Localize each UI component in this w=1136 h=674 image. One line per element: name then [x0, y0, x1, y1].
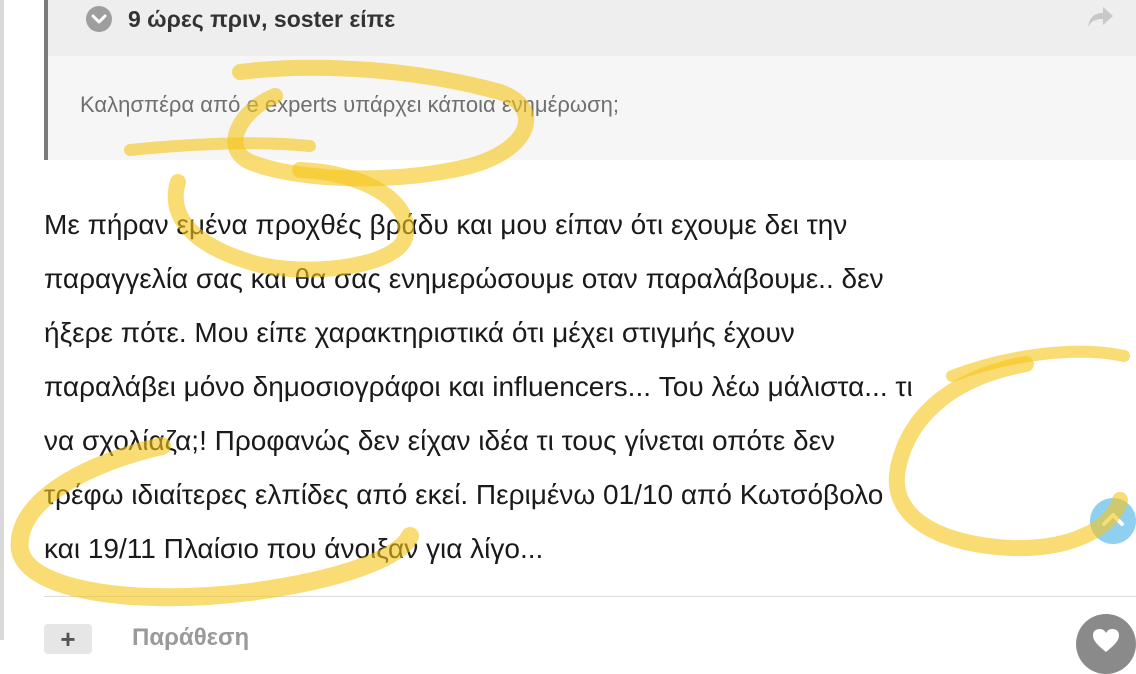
- left-border: [0, 0, 4, 640]
- quote-block: 9 ώρες πριν, soster είπε Καλησπέρα από e…: [44, 0, 1136, 160]
- post-line: ήξερε πότε. Μου είπε χαρακτηριστικά ότι …: [44, 317, 795, 348]
- post-line: τρέφω ιδιαίτερες ελπίδες από εκεί. Περιμ…: [44, 479, 884, 510]
- chevron-up-icon: [1102, 513, 1124, 526]
- share-icon[interactable]: [1086, 4, 1116, 35]
- heart-icon: [1093, 629, 1119, 652]
- post-body: Με πήραν εμένα προχθές βράδυ και μου είπ…: [44, 198, 1124, 576]
- post-line: παραγγελία σας και θα σας ενημερώσουμε ο…: [44, 263, 884, 294]
- divider: [44, 596, 1136, 597]
- chevron-down-icon[interactable]: [86, 6, 112, 32]
- post-line: Με πήραν εμένα προχθές βράδυ και μου είπ…: [44, 209, 848, 240]
- reaction-button[interactable]: [1076, 614, 1136, 674]
- post-line: παραλάβει μόνο δημοσιογράφοι και influen…: [44, 371, 913, 402]
- post-line: να σχολίαζα;! Προφανώς δεν είχαν ιδέα τι…: [44, 425, 836, 456]
- quote-action-label[interactable]: Παράθεση: [132, 624, 249, 652]
- quote-author: 9 ώρες πριν, soster είπε: [128, 6, 396, 32]
- quote-text: Καλησπέρα από e experts υπάρχει κάποια ε…: [80, 92, 620, 117]
- scroll-to-top-button[interactable]: [1090, 498, 1136, 544]
- quote-plus-button[interactable]: +: [44, 624, 92, 654]
- quote-header: 9 ώρες πριν, soster είπε: [48, 0, 1136, 56]
- post-line: και 19/11 Πλαίσιο που άνοιξαν για λίγο..…: [44, 533, 544, 564]
